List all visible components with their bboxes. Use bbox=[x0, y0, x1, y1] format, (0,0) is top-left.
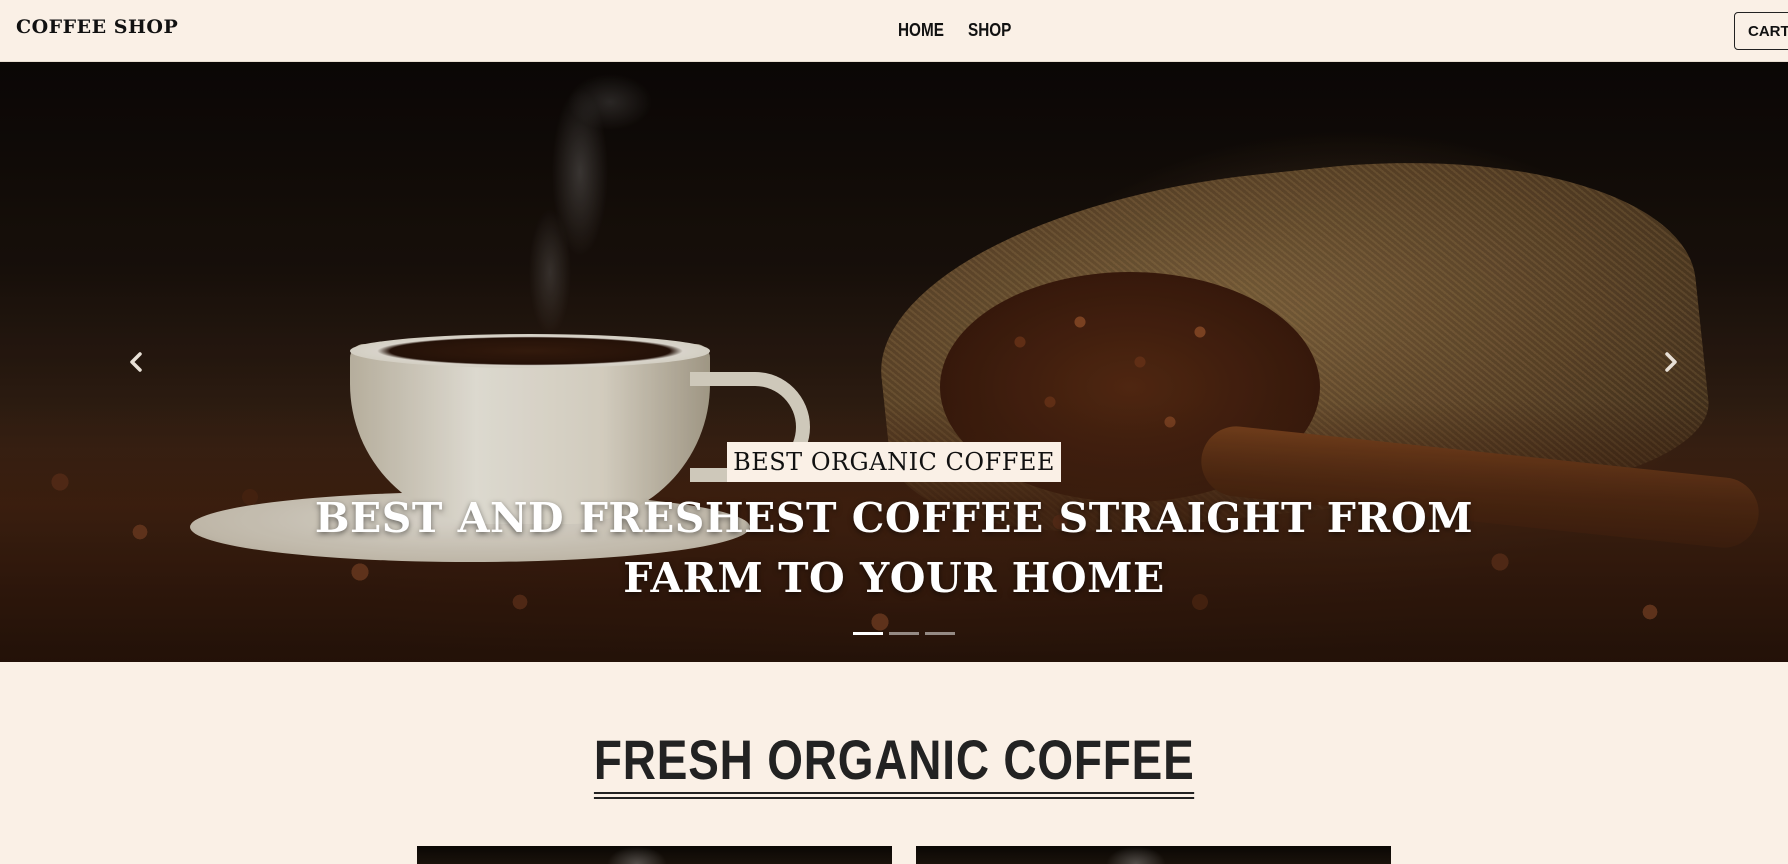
nav-links: HOME SHOP bbox=[898, 20, 1019, 41]
caption-badge: BEST ORGANIC COFFEE bbox=[727, 442, 1061, 482]
carousel-indicator-3[interactable] bbox=[925, 632, 955, 635]
carousel-caption: BEST ORGANIC COFFEE BEST AND FRESHEST CO… bbox=[0, 442, 1788, 608]
nav-link-home[interactable]: HOME bbox=[898, 20, 944, 41]
steam-image-detail bbox=[607, 846, 667, 864]
carousel-indicators bbox=[853, 632, 955, 635]
nav-link-shop[interactable]: SHOP bbox=[968, 20, 1011, 41]
product-card-image[interactable] bbox=[417, 846, 892, 864]
caption-title: BEST AND FRESHEST COFFEE STRAIGHT FROM F… bbox=[314, 494, 1474, 602]
carousel-next-button[interactable] bbox=[1651, 344, 1691, 384]
steam-image-detail bbox=[1106, 846, 1166, 864]
hero-carousel: BEST ORGANIC COFFEE BEST AND FRESHEST CO… bbox=[0, 62, 1788, 662]
section-title: FRESH ORGANIC COFFEE bbox=[593, 730, 1195, 799]
navbar: COFFEE SHOP HOME SHOP CART bbox=[0, 0, 1788, 62]
brand-logo[interactable]: COFFEE SHOP bbox=[16, 16, 178, 38]
carousel-indicator-1[interactable] bbox=[853, 632, 883, 635]
chevron-right-icon bbox=[1662, 351, 1680, 378]
section-heading: FRESH ORGANIC COFFEE bbox=[0, 730, 1788, 799]
carousel-indicator-2[interactable] bbox=[889, 632, 919, 635]
carousel-prev-button[interactable] bbox=[116, 344, 156, 384]
cart-button[interactable]: CART bbox=[1734, 12, 1788, 50]
chevron-left-icon bbox=[127, 351, 145, 378]
product-card-image[interactable] bbox=[916, 846, 1391, 864]
